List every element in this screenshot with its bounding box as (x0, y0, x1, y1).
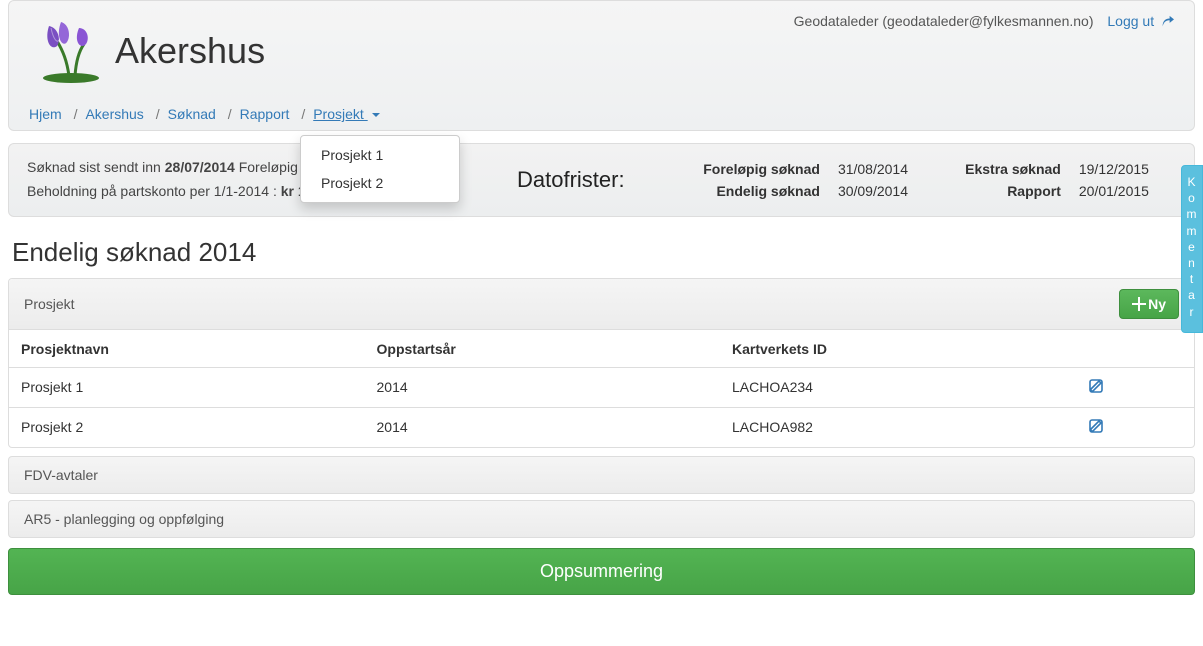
prosjekt-dropdown-menu: Prosjekt 1 Prosjekt 2 (300, 135, 460, 203)
col-actions (1076, 330, 1195, 367)
breadcrumb: Hjem Akershus Søknad Rapport Prosjekt (29, 106, 1174, 122)
oppsummering-button[interactable]: Oppsummering (8, 548, 1195, 595)
logout-link[interactable]: Logg ut (1107, 13, 1174, 29)
dropdown-item-prosjekt-2[interactable]: Prosjekt 2 (301, 169, 459, 197)
cell-name: Prosjekt 1 (9, 367, 365, 407)
prosjekt-panel-title: Prosjekt (24, 296, 75, 312)
edit-button[interactable] (1088, 381, 1104, 397)
deadline-label: Foreløpig søknad (669, 159, 828, 179)
header-panel: Geodataleder (geodataleder@fylkesmannen.… (8, 0, 1195, 131)
col-kid: Kartverkets ID (720, 330, 1076, 367)
breadcrumb-soknad[interactable]: Søknad (168, 106, 216, 122)
deadlines-title: Datofrister: (517, 167, 667, 193)
cell-year: 2014 (365, 367, 721, 407)
cell-kid: LACHOA982 (720, 407, 1076, 447)
edit-icon (1088, 418, 1104, 434)
edit-button[interactable] (1088, 421, 1104, 437)
col-year: Oppstartsår (365, 330, 721, 367)
cell-kid: LACHOA234 (720, 367, 1076, 407)
edit-icon (1088, 378, 1104, 394)
ar5-panel[interactable]: AR5 - planlegging og oppfølging (8, 500, 1195, 538)
breadcrumb-akershus[interactable]: Akershus (85, 106, 143, 122)
cell-year: 2014 (365, 407, 721, 447)
cell-name: Prosjekt 2 (9, 407, 365, 447)
site-title: Akershus (115, 30, 265, 72)
caret-down-icon (372, 113, 380, 117)
kommentar-tab[interactable]: Kommentar (1181, 165, 1203, 333)
new-prosjekt-button[interactable]: Ny (1119, 289, 1179, 319)
share-icon (1160, 15, 1174, 29)
user-info: Geodataleder (geodataleder@fylkesmannen.… (794, 13, 1174, 29)
prosjekt-panel: Prosjekt Ny Prosjektnavn Oppstartsår Kar… (8, 278, 1195, 448)
info-bar: Søknad sist sendt inn 28/07/2014 Foreløp… (8, 143, 1195, 217)
user-display: Geodataleder (geodataleder@fylkesmannen.… (794, 13, 1094, 29)
page-title: Endelig søknad 2014 (12, 237, 1191, 268)
col-name: Prosjektnavn (9, 330, 365, 367)
dropdown-item-prosjekt-1[interactable]: Prosjekt 1 (301, 141, 459, 169)
site-logo (29, 16, 109, 86)
sent-prefix: Søknad sist sendt inn (27, 159, 165, 175)
plus-icon (1132, 297, 1146, 311)
deadline-label: Endelig søknad (669, 181, 828, 201)
balance-prefix: Beholdning på partskonto per 1/1-2014 : (27, 183, 281, 199)
breadcrumb-prosjekt-dropdown[interactable]: Prosjekt (313, 106, 379, 122)
deadline-label: Ekstra søknad (935, 159, 1069, 179)
breadcrumb-rapport[interactable]: Rapport (240, 106, 290, 122)
deadline-value: 19/12/2015 (1071, 159, 1174, 179)
sent-date: 28/07/2014 (165, 159, 235, 175)
table-row: Prosjekt 1 2014 LACHOA234 (9, 367, 1194, 407)
deadline-value: 30/09/2014 (830, 181, 933, 201)
breadcrumb-hjem[interactable]: Hjem (29, 106, 62, 122)
deadline-value: 31/08/2014 (830, 159, 933, 179)
deadlines-table: Foreløpig søknad 31/08/2014 Ekstra søkna… (667, 157, 1176, 203)
table-row: Prosjekt 2 2014 LACHOA982 (9, 407, 1194, 447)
prosjekt-table: Prosjektnavn Oppstartsår Kartverkets ID … (9, 330, 1194, 447)
deadline-value: 20/01/2015 (1071, 181, 1174, 201)
deadline-label: Rapport (935, 181, 1069, 201)
fdv-panel[interactable]: FDV-avtaler (8, 456, 1195, 494)
